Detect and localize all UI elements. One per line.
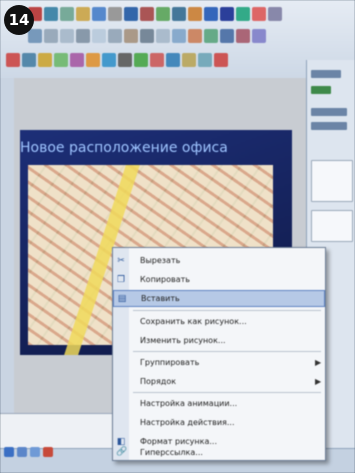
slide-sorter-icon[interactable] — [17, 447, 27, 457]
menu-separator — [133, 392, 321, 393]
toolbar-row-1 — [28, 4, 282, 24]
toolbar-button[interactable] — [108, 29, 122, 43]
toolbar-button[interactable] — [188, 29, 202, 43]
toolbar-button[interactable] — [124, 29, 138, 43]
menu-item-cut[interactable]: ✂ Вырезать — [113, 252, 325, 269]
menu-item-label: Вставить — [141, 294, 180, 303]
menu-item-save-as-picture[interactable]: Сохранить как рисунок... — [113, 313, 325, 330]
menu-item-label: Копировать — [140, 275, 190, 284]
toolbar-button[interactable] — [70, 53, 84, 67]
toolbar-row-3 — [6, 50, 228, 70]
toolbar-button[interactable] — [54, 53, 68, 67]
scissors-icon: ✂ — [117, 255, 125, 266]
toolbar-button[interactable] — [134, 53, 148, 67]
toolbar-button[interactable] — [236, 7, 250, 21]
toolbar-button[interactable] — [166, 53, 180, 67]
toolbar-button[interactable] — [252, 7, 266, 21]
toolbar-button[interactable] — [38, 53, 52, 67]
menu-item-label: Изменить рисунок... — [140, 336, 226, 345]
task-pane-heading — [311, 70, 341, 78]
task-pane-item[interactable] — [311, 122, 347, 130]
toolbar-button[interactable] — [124, 7, 138, 21]
toolbar-button[interactable] — [22, 53, 36, 67]
blank-icon — [116, 317, 126, 327]
toolbar-button[interactable] — [150, 53, 164, 67]
menu-item-change-picture[interactable]: Изменить рисунок... — [113, 332, 325, 349]
toolbar-button[interactable] — [204, 7, 218, 21]
blank-icon — [116, 377, 126, 387]
view-buttons — [4, 447, 53, 457]
toolbar-button[interactable] — [236, 29, 250, 43]
blank-icon — [116, 336, 126, 346]
menu-item-group[interactable]: Группировать ▶ — [113, 354, 325, 371]
toolbar-button[interactable] — [108, 7, 122, 21]
toolbar-button[interactable] — [156, 7, 170, 21]
presenter-icon[interactable] — [43, 447, 53, 457]
slide-title[interactable]: Новое расположение офиса — [20, 140, 228, 156]
task-pane-item[interactable] — [311, 108, 347, 116]
paste-icon: ▤ — [117, 293, 127, 304]
menu-item-label: Порядок — [140, 377, 177, 386]
toolbar-button[interactable] — [156, 29, 170, 43]
menu-separator — [133, 351, 321, 352]
toolbar-button[interactable] — [214, 53, 228, 67]
toolbar-button[interactable] — [204, 29, 218, 43]
toolbar-area — [0, 0, 355, 79]
toolbar-button[interactable] — [60, 29, 74, 43]
toolbar-button[interactable] — [76, 7, 90, 21]
toolbar-button[interactable] — [92, 29, 106, 43]
toolbar-button[interactable] — [172, 29, 186, 43]
menu-item-label: Гиперссылка... — [140, 447, 203, 457]
toolbar-button[interactable] — [182, 53, 196, 67]
blank-icon — [116, 418, 126, 428]
toolbar-button[interactable] — [92, 7, 106, 21]
toolbar-button[interactable] — [198, 53, 212, 67]
toolbar-row-2 — [28, 26, 266, 46]
toolbar-button[interactable] — [140, 29, 154, 43]
menu-item-hyperlink[interactable]: 🔗 Гиперссылка... — [113, 445, 325, 459]
menu-item-order[interactable]: Порядок ▶ — [113, 373, 325, 390]
task-pane-panel — [311, 210, 353, 242]
menu-item-paste[interactable]: ▤ Вставить — [113, 290, 325, 307]
toolbar-button[interactable] — [60, 7, 74, 21]
hyperlink-icon: 🔗 — [116, 447, 128, 457]
toolbar-button[interactable] — [252, 29, 266, 43]
toolbar-button[interactable] — [44, 29, 58, 43]
task-pane-panel — [311, 160, 353, 202]
menu-item-label: Настройка действия... — [140, 418, 235, 427]
toolbar-button[interactable] — [172, 7, 186, 21]
menu-item-label: Вырезать — [140, 256, 181, 265]
menu-item-animation-settings[interactable]: Настройка анимации... — [113, 395, 325, 412]
toolbar-button[interactable] — [76, 29, 90, 43]
toolbar-button[interactable] — [118, 53, 132, 67]
menu-item-action-settings[interactable]: Настройка действия... — [113, 414, 325, 431]
toolbar-button[interactable] — [44, 7, 58, 21]
toolbar-button[interactable] — [220, 7, 234, 21]
toolbar-button[interactable] — [86, 53, 100, 67]
menu-item-label: Группировать — [140, 358, 200, 367]
toolbar-button[interactable] — [188, 7, 202, 21]
slides-thumbnail-strip[interactable] — [0, 78, 14, 448]
toolbar-button[interactable] — [220, 29, 234, 43]
submenu-arrow-icon: ▶ — [315, 377, 322, 386]
menu-item-copy[interactable]: ❐ Копировать — [113, 271, 325, 288]
toolbar-button[interactable] — [28, 29, 42, 43]
toolbar-button[interactable] — [102, 53, 116, 67]
blank-icon — [116, 399, 126, 409]
context-menu: ✂ Вырезать ❐ Копировать ▤ Вставить Сохра… — [112, 247, 326, 461]
slideshow-icon[interactable] — [30, 447, 40, 457]
menu-item-label: Настройка анимации... — [140, 399, 238, 408]
submenu-arrow-icon: ▶ — [315, 358, 322, 367]
normal-view-icon[interactable] — [4, 447, 14, 457]
toolbar-button[interactable] — [268, 7, 282, 21]
menu-separator — [133, 310, 321, 311]
toolbar-button[interactable] — [6, 53, 20, 67]
blank-icon — [116, 358, 126, 368]
copy-icon: ❐ — [116, 274, 126, 285]
step-number-badge: 14 — [4, 5, 34, 35]
toolbar-button[interactable] — [140, 7, 154, 21]
task-pane-icon[interactable] — [311, 86, 331, 94]
menu-item-label: Сохранить как рисунок... — [140, 317, 247, 326]
